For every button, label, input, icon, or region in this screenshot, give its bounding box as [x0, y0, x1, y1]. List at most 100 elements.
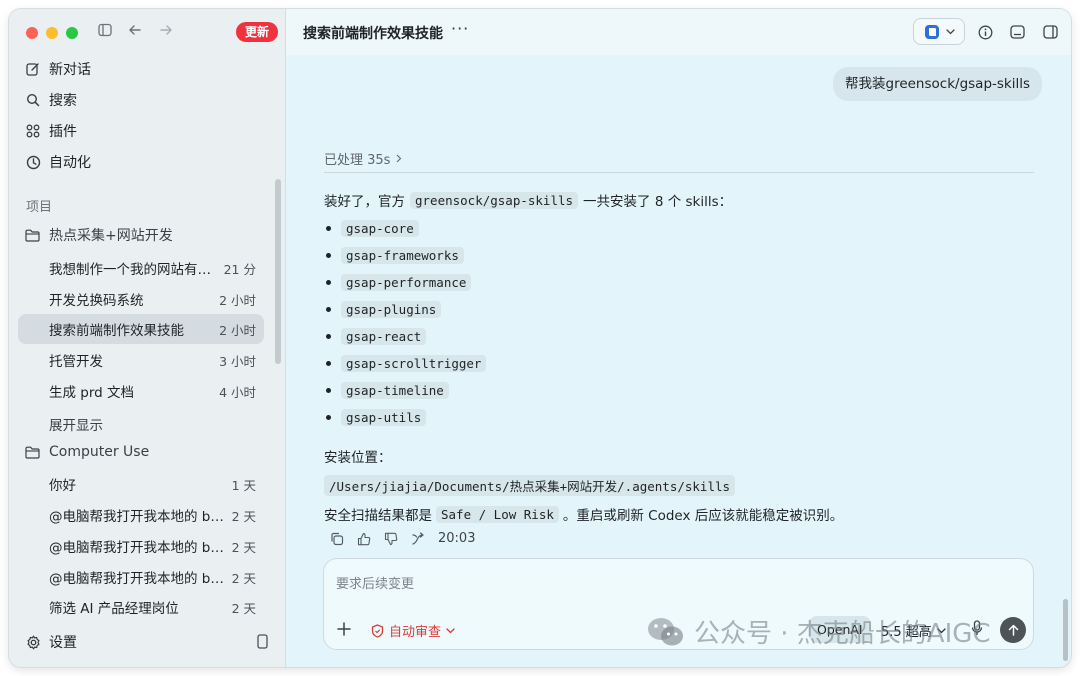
forward-arrow-icon[interactable]: [156, 22, 176, 42]
thread-item[interactable]: 筛选 AI 产品经理岗位 2 天: [18, 592, 264, 622]
update-button[interactable]: 更新: [236, 22, 279, 42]
user-message-bubble: 帮我装greensock/gsap-skills: [833, 67, 1043, 101]
new-chat-button[interactable]: 新对话: [25, 56, 91, 82]
edit-icon: [25, 62, 41, 76]
list-item: gsap-frameworks: [326, 247, 464, 264]
folder-name: 热点采集+网站开发: [49, 228, 173, 244]
more-options-icon[interactable]: ···: [451, 19, 469, 38]
main-scrollbar[interactable]: [1063, 599, 1068, 661]
page-title: 搜索前端制作效果技能: [303, 26, 443, 42]
thread-item[interactable]: 生成 prd 文档 4 小时: [18, 376, 264, 406]
auto-review-dropdown[interactable]: 自动审查: [371, 621, 455, 640]
minimize-window-button[interactable]: [46, 27, 58, 39]
right-panel-icon[interactable]: [1040, 22, 1060, 42]
scan-text: 安全扫描结果都是: [324, 508, 432, 524]
skill-name: gsap-utils: [341, 409, 427, 426]
chevron-right-icon: [396, 154, 402, 163]
project-folder-computer-use[interactable]: Computer Use: [25, 440, 149, 464]
expand-threads-link[interactable]: 展开显示: [49, 414, 103, 434]
thread-item[interactable]: 托管开发 3 小时: [18, 345, 264, 375]
composer-input[interactable]: 要求后续变更: [336, 573, 414, 592]
mobile-device-icon[interactable]: [257, 634, 268, 653]
wechat-icon: [646, 615, 686, 649]
thread-time: 2 天: [231, 508, 256, 524]
location-path: /Users/jiajia/Documents/热点采集+网站开发/.agent…: [324, 475, 736, 496]
thread-title: 搜索前端制作效果技能: [49, 323, 184, 339]
location-label: 安装位置：: [324, 450, 392, 466]
plugins-button[interactable]: 插件: [25, 118, 77, 144]
close-window-button[interactable]: [26, 27, 38, 39]
reply-intro-text: 一共安装了 8 个 skills：: [583, 194, 733, 210]
automation-label: 自动化: [49, 155, 91, 171]
skill-name: gsap-frameworks: [341, 247, 464, 264]
send-button[interactable]: [1000, 617, 1026, 643]
header-bar: 搜索前端制作效果技能 ···: [286, 9, 1071, 55]
watermark-text: 公众号 · 杰克船长的AIGC: [694, 619, 991, 649]
settings-button[interactable]: 设置: [26, 632, 77, 652]
thumbs-down-icon[interactable]: [384, 532, 398, 546]
processed-toggle[interactable]: 已处理 35s: [324, 149, 402, 168]
thread-time: 21 分: [223, 261, 256, 277]
inline-code: Safe / Low Risk: [436, 505, 559, 523]
scan-text: 。重启或刷新 Codex 后应该就能稳定被识别。: [562, 508, 844, 524]
thread-time: 2 天: [231, 600, 256, 616]
clock-icon: [25, 155, 41, 170]
reply-intro-text: 装好了，官方: [324, 194, 405, 210]
chevron-down-icon: [446, 627, 455, 634]
thread-time: 4 小时: [219, 384, 256, 400]
inline-code: greensock/gsap-skills: [410, 191, 579, 209]
projects-section-label: 项目: [26, 200, 53, 215]
thread-time: 2 小时: [219, 322, 256, 338]
thread-title: 你好: [49, 478, 76, 494]
thread-item[interactable]: @电脑帮我打开我本地的 bo… 2 天: [18, 531, 264, 561]
message-timestamp: 20:03: [438, 531, 476, 546]
search-button[interactable]: 搜索: [25, 87, 77, 113]
thread-title: @电脑帮我打开我本地的 bo…: [49, 571, 226, 587]
folder-icon: [25, 229, 41, 242]
chevron-down-icon: [945, 28, 955, 35]
sidebar: 更新 新对话 搜索 插件 自动化 项目 热点采集+网站开发 我想制作一个我的网站…: [9, 9, 285, 667]
search-icon: [25, 93, 41, 107]
skill-name: gsap-scrolltrigger: [341, 355, 487, 372]
watermark: 公众号 · 杰克船长的AIGC: [646, 613, 991, 650]
thread-item[interactable]: @电脑帮我打开我本地的 bo… 2 天: [18, 500, 264, 530]
thread-time: 2 天: [231, 570, 256, 586]
search-label: 搜索: [49, 93, 77, 109]
thread-item-active[interactable]: 搜索前端制作效果技能 2 小时: [18, 314, 264, 344]
thread-item[interactable]: 你好 1 天: [18, 469, 264, 499]
list-item: gsap-plugins: [326, 301, 442, 318]
location-path-line: /Users/jiajia/Documents/热点采集+网站开发/.agent…: [324, 475, 736, 496]
thread-title: 生成 prd 文档: [49, 385, 135, 401]
thread-item[interactable]: 开发兑换码系统 2 小时: [18, 284, 264, 314]
fork-icon[interactable]: [411, 531, 425, 546]
copy-icon[interactable]: [330, 532, 344, 546]
back-arrow-icon[interactable]: [125, 22, 145, 42]
plugins-icon: [25, 124, 41, 138]
info-icon[interactable]: [975, 22, 995, 42]
new-chat-label: 新对话: [49, 62, 91, 78]
thread-item[interactable]: @电脑帮我打开我本地的 bo… 2 天: [18, 562, 264, 592]
project-folder-hotspot[interactable]: 热点采集+网站开发: [25, 223, 173, 247]
add-attachment-button[interactable]: [337, 619, 351, 639]
thumbs-up-icon[interactable]: [357, 532, 371, 546]
reply-intro: 装好了，官方 greensock/gsap-skills 一共安装了 8 个 s…: [324, 190, 732, 210]
thread-title: @电脑帮我打开我本地的 bo…: [49, 509, 226, 525]
thread-item[interactable]: 我想制作一个我的网站有很多… 21 分: [18, 253, 264, 283]
thread-time: 1 天: [231, 477, 256, 493]
list-item: gsap-core: [326, 220, 419, 237]
app-window: 更新 新对话 搜索 插件 自动化 项目 热点采集+网站开发 我想制作一个我的网站…: [9, 9, 1071, 667]
maximize-window-button[interactable]: [66, 27, 78, 39]
skill-name: gsap-timeline: [341, 382, 449, 399]
skill-name: gsap-core: [341, 220, 419, 237]
thread-title: 托管开发: [49, 354, 103, 370]
automation-button[interactable]: 自动化: [25, 149, 91, 175]
sidebar-scrollbar[interactable]: [275, 179, 281, 364]
list-item: gsap-scrolltrigger: [326, 355, 487, 372]
thread-title: 我想制作一个我的网站有很多…: [49, 262, 218, 278]
auto-review-label: 自动审查: [389, 625, 442, 640]
folder-name: Computer Use: [49, 444, 150, 460]
app-switcher-dropdown[interactable]: [913, 18, 965, 45]
terminal-panel-icon[interactable]: [1007, 22, 1027, 42]
toggle-sidebar-icon[interactable]: [95, 22, 115, 42]
shield-icon: [371, 623, 384, 638]
